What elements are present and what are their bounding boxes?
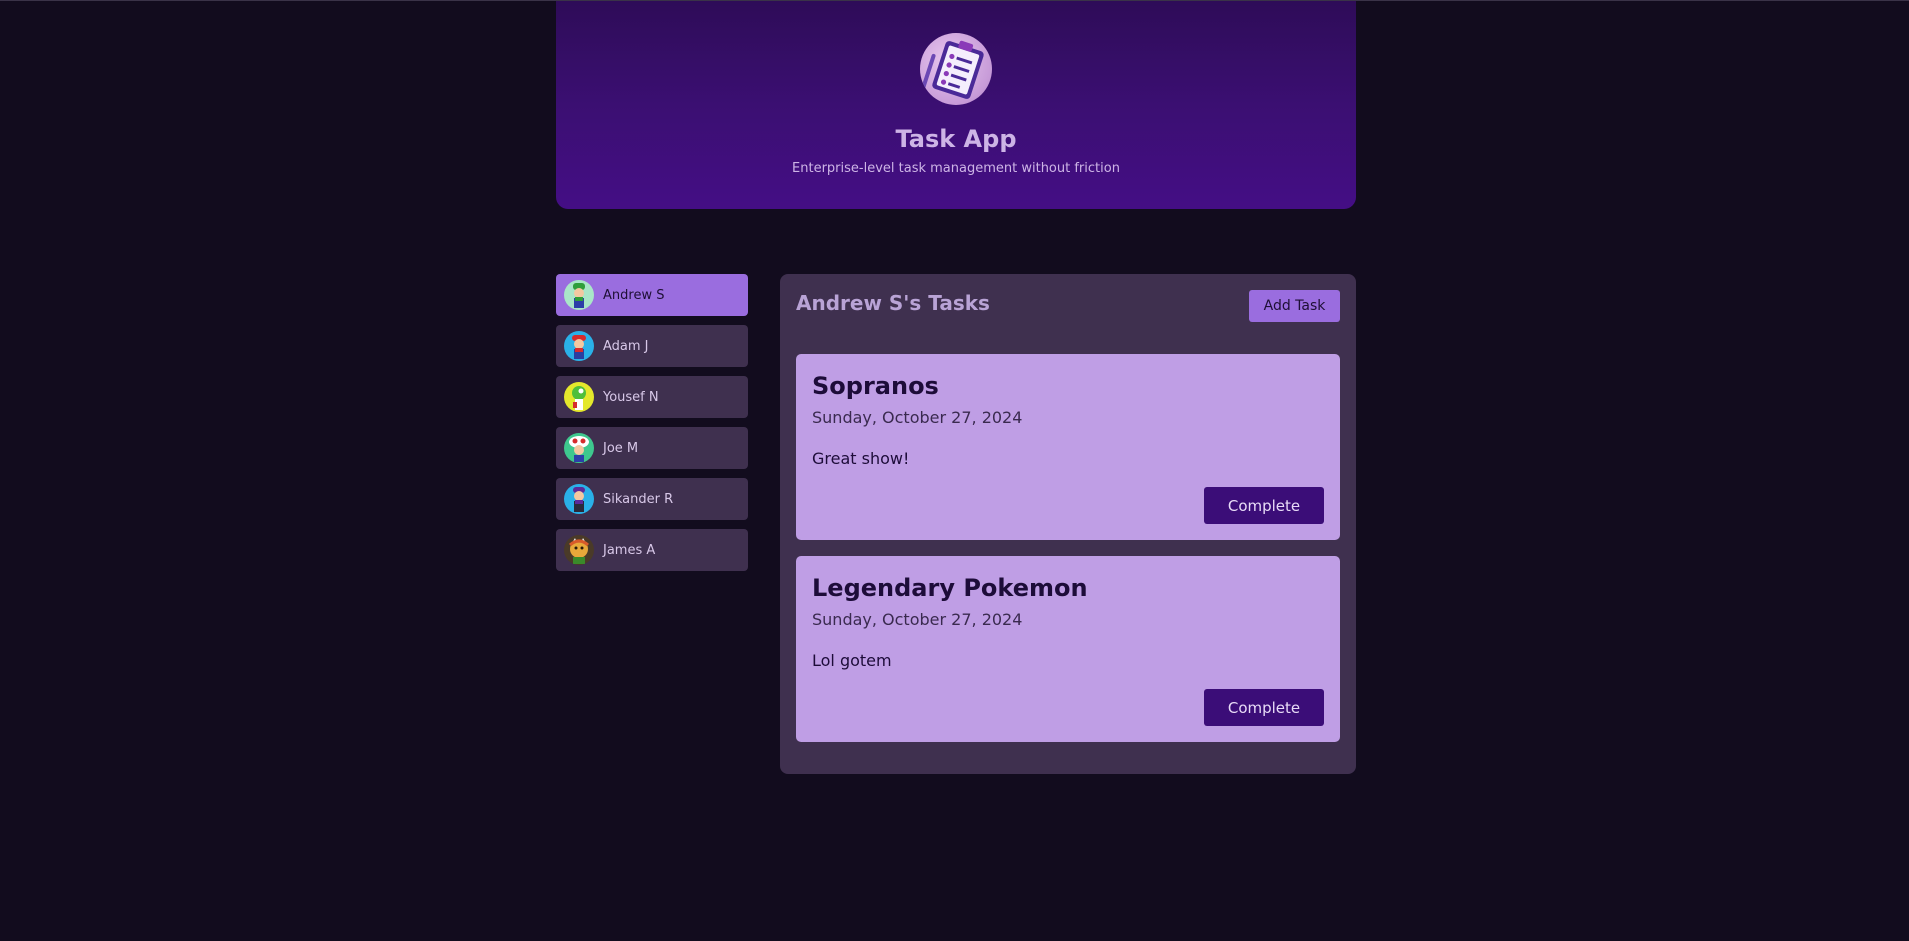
task-title: Legendary Pokemon xyxy=(812,574,1088,602)
task-title: Sopranos xyxy=(812,372,939,400)
sidebar-user-name: Sikander R xyxy=(603,491,674,507)
sidebar-user-yousef-n[interactable]: Yousef N xyxy=(556,376,748,418)
mario-avatar-icon xyxy=(564,331,594,361)
sidebar-user-joe-m[interactable]: Joe M xyxy=(556,427,748,469)
yoshi-avatar-icon xyxy=(564,382,594,412)
user-sidebar: Andrew S Adam J Yousef N Joe M Sikander … xyxy=(556,274,748,580)
sidebar-user-name: Yousef N xyxy=(603,389,659,405)
complete-task-button[interactable]: Complete xyxy=(1204,487,1324,524)
sidebar-user-name: Andrew S xyxy=(603,287,665,303)
task-card: Sopranos Sunday, October 27, 2024 Great … xyxy=(796,354,1340,540)
toad-avatar-icon xyxy=(564,433,594,463)
app-header: Task App Enterprise-level task managemen… xyxy=(556,1,1356,209)
bowser-avatar-icon xyxy=(564,535,594,565)
luigi-avatar-icon xyxy=(564,280,594,310)
tasks-panel: Andrew S's Tasks Add Task Sopranos Sunda… xyxy=(780,274,1356,774)
sidebar-user-name: James A xyxy=(603,542,656,558)
app-title: Task App xyxy=(895,125,1017,153)
task-card: Legendary Pokemon Sunday, October 27, 20… xyxy=(796,556,1340,742)
clipboard-checklist-icon xyxy=(920,33,992,105)
waluigi-avatar-icon xyxy=(564,484,594,514)
app-subtitle: Enterprise-level task management without… xyxy=(792,161,1120,176)
sidebar-user-sikander-r[interactable]: Sikander R xyxy=(556,478,748,520)
task-date: Sunday, October 27, 2024 xyxy=(812,408,1023,427)
complete-task-button[interactable]: Complete xyxy=(1204,689,1324,726)
task-description: Lol gotem xyxy=(812,651,892,670)
sidebar-user-james-a[interactable]: James A xyxy=(556,529,748,571)
task-date: Sunday, October 27, 2024 xyxy=(812,610,1023,629)
sidebar-user-name: Joe M xyxy=(603,440,639,456)
sidebar-user-name: Adam J xyxy=(603,338,649,354)
sidebar-user-adam-j[interactable]: Adam J xyxy=(556,325,748,367)
sidebar-user-andrew-s[interactable]: Andrew S xyxy=(556,274,748,316)
task-description: Great show! xyxy=(812,449,910,468)
tasks-panel-title: Andrew S's Tasks xyxy=(796,291,990,315)
add-task-button[interactable]: Add Task xyxy=(1249,290,1340,322)
